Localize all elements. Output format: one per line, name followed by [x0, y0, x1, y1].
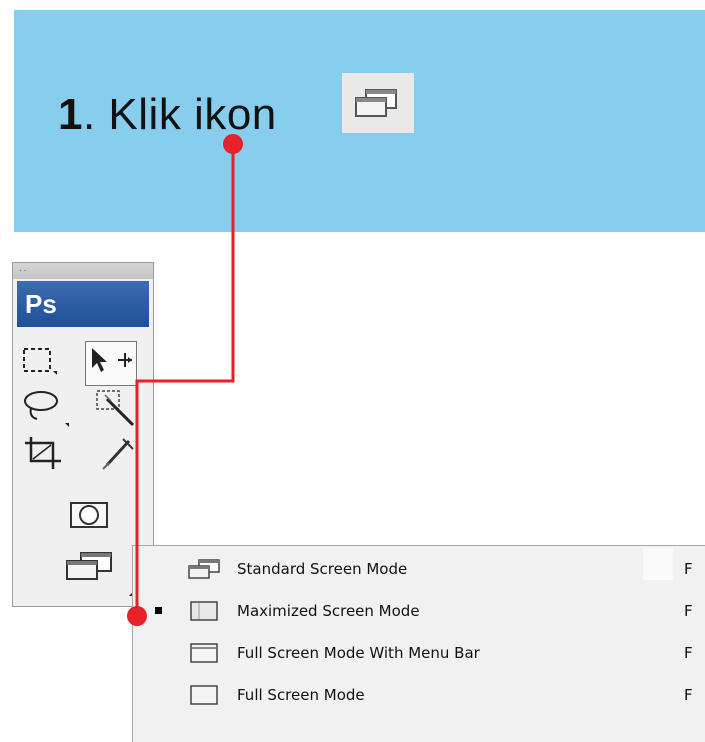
move-tool-icon[interactable] [85, 341, 137, 386]
screen-mode-menu: Standard Screen Mode F Maximized Screen … [132, 545, 705, 742]
crop-tool-icon[interactable] [21, 433, 69, 478]
magic-wand-tool-icon[interactable] [93, 387, 141, 436]
panel-grip[interactable]: ·· [13, 263, 153, 279]
menu-item-full-screen-menu-bar[interactable]: Full Screen Mode With Menu Bar F [133, 634, 705, 670]
standard-screen-mode-icon [185, 558, 223, 585]
menu-item-label: Full Screen Mode With Menu Bar [237, 644, 480, 662]
menu-item-label: Maximized Screen Mode [237, 602, 420, 620]
grip-dots: ·· [19, 265, 28, 276]
menu-item-shortcut: F [684, 644, 693, 662]
menu-item-shortcut: F [684, 602, 693, 620]
selected-check-icon [155, 607, 162, 614]
ps-logo[interactable]: Ps [17, 281, 149, 327]
maximized-screen-mode-icon [185, 600, 223, 627]
menu-item-label: Full Screen Mode [237, 686, 365, 704]
lasso-tool-icon[interactable] [21, 387, 71, 434]
quick-mask-icon[interactable] [67, 499, 111, 536]
menu-item-shortcut: F [684, 686, 693, 704]
menu-item-maximized-screen-mode[interactable]: Maximized Screen Mode F [133, 592, 705, 628]
menu-item-standard-screen-mode[interactable]: Standard Screen Mode F [133, 550, 705, 586]
instruction-banner: 1. Klik ikon [14, 10, 705, 232]
menu-item-label: Standard Screen Mode [237, 560, 408, 578]
menu-item-full-screen-mode[interactable]: Full Screen Mode F [133, 676, 705, 712]
menu-item-shortcut: F [684, 560, 693, 578]
screen-mode-icon [342, 73, 414, 133]
instruction-text: 1. Klik ikon [58, 90, 277, 140]
full-screen-menu-bar-icon [185, 642, 223, 669]
step-number: 1 [58, 90, 83, 139]
screen-mode-icon[interactable] [59, 549, 119, 590]
marquee-tool-icon[interactable] [19, 343, 59, 382]
instruction-label: . Klik ikon [82, 90, 277, 139]
eyedropper-tool-icon[interactable] [97, 433, 141, 478]
full-screen-mode-icon [185, 684, 223, 711]
